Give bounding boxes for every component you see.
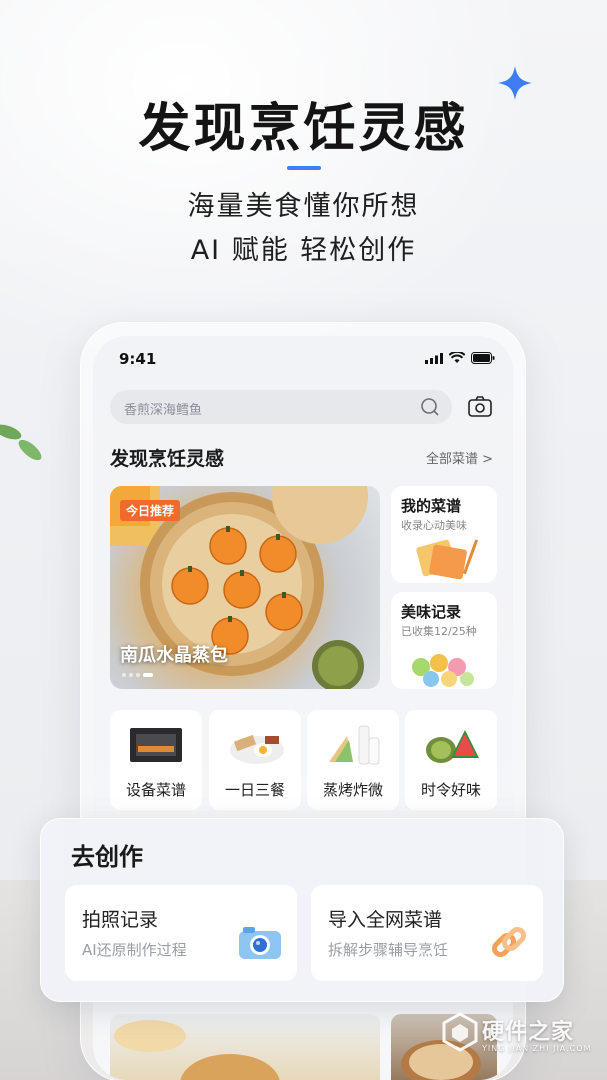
status-icons	[425, 352, 495, 364]
melon-icon	[426, 730, 479, 763]
photo-record-title: 拍照记录	[82, 909, 159, 931]
search-placeholder: 香煎深海鳕鱼	[124, 403, 203, 418]
status-time: 9:41	[119, 350, 157, 368]
camera-icon	[239, 927, 281, 959]
search-icon[interactable]	[420, 397, 440, 417]
photo-record-subtitle: AI还原制作过程	[82, 941, 187, 959]
carousel-dots	[122, 673, 153, 677]
camera-scan-icon[interactable]	[468, 396, 492, 418]
category-label: 蒸烤炸微	[322, 781, 383, 799]
create-title: 去创作	[71, 843, 143, 871]
import-web-recipe-card[interactable]: 导入全网菜谱 拆解步骤辅导烹饪	[311, 885, 543, 981]
taste-record-card[interactable]: 美味记录 已收集12/25种	[391, 592, 497, 689]
sparkle-icon	[498, 66, 532, 100]
plant-leaf-decoration	[0, 424, 42, 461]
category-label: 时令好味	[420, 781, 481, 799]
hero-divider	[287, 166, 321, 170]
search-input[interactable]: 香煎深海鳕鱼	[110, 390, 452, 424]
create-panel: 去创作 拍照记录 AI还原制作过程 导入全网菜谱 拆解步骤辅导烹饪	[40, 818, 564, 1002]
my-recipes-card[interactable]: 我的菜谱 收录心动美味	[391, 486, 497, 583]
carousel-dot-active	[143, 673, 153, 677]
featured-recipe-card[interactable]: 今日推荐 南瓜水晶蒸包	[110, 486, 380, 689]
signal-icon	[425, 352, 443, 364]
fruit-collection-illustration	[412, 654, 474, 687]
hero-subtitle-line1: 海量美食懂你所想	[187, 191, 420, 222]
section-title: 发现烹饪灵感	[110, 448, 225, 470]
link-icon	[491, 926, 527, 958]
watermark-hexagon-icon	[442, 1012, 478, 1052]
recipe-book-illustration	[416, 539, 479, 580]
carousel-dot	[129, 673, 133, 677]
carousel-dot	[122, 673, 126, 677]
battery-icon	[471, 352, 495, 364]
category-label: 设备菜谱	[125, 781, 186, 799]
bread-image	[114, 1020, 280, 1080]
category-device-recipes[interactable]: 设备菜谱	[110, 710, 202, 810]
category-label: 一日三餐	[224, 781, 285, 799]
sandwich-milk-icon	[329, 725, 380, 765]
category-seasonal-taste[interactable]: 时令好味	[405, 710, 497, 810]
my-recipes-title: 我的菜谱	[401, 497, 462, 515]
taste-record-title: 美味记录	[401, 603, 462, 621]
category-three-meals[interactable]: 一日三餐	[209, 710, 301, 810]
today-recommend-badge: 今日推荐	[120, 500, 181, 521]
photo-record-card[interactable]: 拍照记录 AI还原制作过程	[65, 885, 297, 981]
oven-icon	[130, 728, 182, 762]
category-steam-bake-fry-micro[interactable]: 蒸烤炸微	[307, 710, 399, 810]
watermark-subtext: YING JIAN ZHI JIA.COM	[482, 1044, 592, 1053]
watermark-text: 硬件之家	[482, 1020, 575, 1045]
my-recipes-subtitle: 收录心动美味	[401, 519, 467, 532]
wifi-icon	[449, 352, 465, 363]
all-recipes-link[interactable]: 全部菜谱 >	[426, 448, 493, 467]
carousel-dot	[136, 673, 140, 677]
watermark-logo: 硬件之家 YING JIAN ZHI JIA.COM	[442, 1012, 602, 1072]
import-recipe-title: 导入全网菜谱	[328, 909, 443, 931]
hero-subtitle-line2: AI 赋能 轻松创作	[190, 235, 417, 266]
import-recipe-subtitle: 拆解步骤辅导烹饪	[328, 941, 449, 959]
feed-item-bread[interactable]	[110, 1014, 380, 1080]
breakfast-plate-icon	[230, 734, 284, 764]
featured-recipe-name: 南瓜水晶蒸包	[120, 645, 228, 666]
taste-record-subtitle: 已收集12/25种	[401, 625, 477, 638]
